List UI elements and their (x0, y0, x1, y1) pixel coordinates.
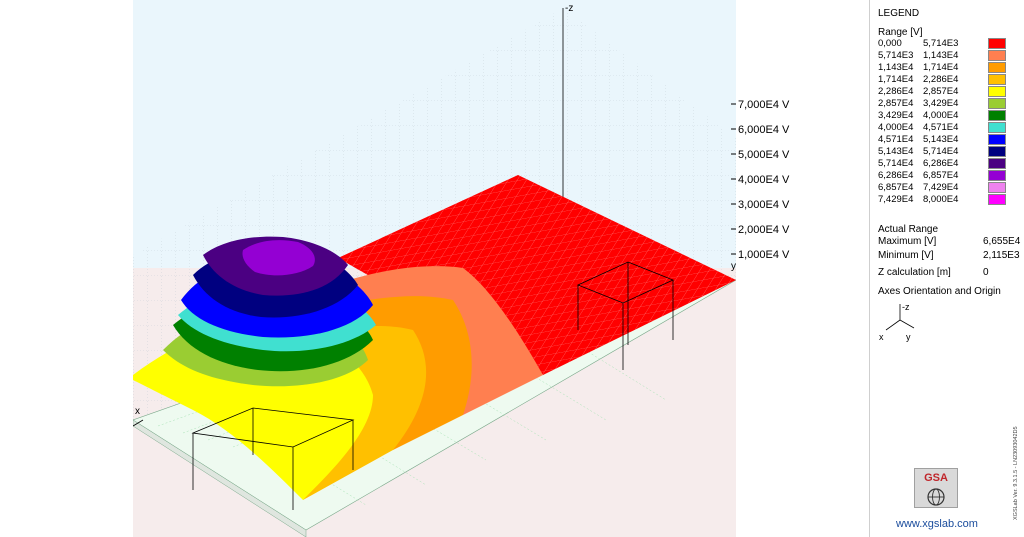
axes-y-label: y (906, 332, 911, 342)
legend-swatch (988, 122, 1006, 133)
3d-viewport[interactable]: -z x y (133, 0, 736, 537)
z-tick-label: 5,000E4 V (738, 149, 790, 161)
legend-swatch (988, 194, 1006, 205)
actual-range-heading: Actual Range (878, 224, 939, 235)
z-axis-label: -z (565, 3, 573, 14)
legend-swatch (988, 170, 1006, 181)
axes-title: Axes Orientation and Origin (878, 286, 1001, 297)
legend-swatch (988, 134, 1006, 145)
maximum-value: 6,655E4 (983, 236, 1021, 247)
legend-swatch (988, 98, 1006, 109)
legend-row: 1,714E4 2,286E4 (878, 74, 1023, 86)
surface-plot[interactable]: -z x y (133, 0, 736, 537)
globe-icon (927, 488, 945, 506)
version-text: XGSLab Ver. 9.3.1.5 - LN23093042D5 (1013, 426, 1019, 520)
website-link[interactable]: www.xgslab.com (896, 518, 978, 530)
zcalc-label: Z calculation [m] (878, 267, 951, 278)
x-axis-label: x (135, 406, 140, 417)
legend-swatch (988, 146, 1006, 157)
legend-row: 4,571E4 5,143E4 (878, 134, 1023, 146)
z-tick-label: 7,000E4 V (738, 99, 790, 111)
minimum-label: Minimum [V] (878, 250, 934, 261)
z-tick-label: 6,000E4 V (738, 124, 790, 136)
surface-band-11 (242, 240, 315, 276)
legend-swatch (988, 182, 1006, 193)
z-tick-label: 3,000E4 V (738, 199, 790, 211)
legend-row: 7,429E4 8,000E4 (878, 194, 1023, 206)
z-tick-label: 2,000E4 V (738, 224, 790, 236)
axes-x-label: x (879, 332, 884, 342)
z-tick-labels: 7,000E4 V 6,000E4 V 5,000E4 V 4,000E4 V … (738, 99, 790, 261)
legend-title: LEGEND (878, 8, 920, 19)
axes-orientation-icon: -z x y (879, 302, 915, 342)
legend-row: 0,000 5,714E3 (878, 38, 1023, 50)
legend-row: 5,714E3 1,143E4 (878, 50, 1023, 62)
legend-swatch (988, 50, 1006, 61)
gsa-logo: GSA (914, 468, 958, 508)
axes-z-label: -z (902, 302, 910, 312)
legend-row: 2,857E4 3,429E4 (878, 98, 1023, 110)
legend-row: 2,286E4 2,857E4 (878, 86, 1023, 98)
legend-row: 4,000E4 4,571E4 (878, 122, 1023, 134)
logo-text: GSA (924, 472, 948, 484)
z-tick-label: 4,000E4 V (738, 174, 790, 186)
legend-row: 5,143E4 5,714E4 (878, 146, 1023, 158)
version-info: XGSLab Ver. 9.3.1.5 - LN23093042D5 (1013, 426, 1021, 520)
minimum-value: 2,115E3 (983, 250, 1020, 261)
z-tick-label: 1,000E4 V (738, 249, 790, 261)
legend-swatch (988, 158, 1006, 169)
legend-row: 5,714E4 6,286E4 (878, 158, 1023, 170)
legend-panel: LEGEND Range [V] 0,000 5,714E3 5,714E3 1,1… (869, 0, 1024, 537)
legend-row: 3,429E4 4,000E4 (878, 110, 1023, 122)
legend-row: 6,857E4 7,429E4 (878, 182, 1023, 194)
legend-swatch (988, 62, 1006, 73)
legend-swatch (988, 110, 1006, 121)
legend-row: 6,286E4 6,857E4 (878, 170, 1023, 182)
legend-row: 1,143E4 1,714E4 (878, 62, 1023, 74)
legend-swatch (988, 74, 1006, 85)
legend-range-header: Range [V] (878, 27, 923, 38)
legend-swatch (988, 86, 1006, 97)
legend-swatch (988, 38, 1006, 49)
zcalc-value: 0 (983, 267, 989, 278)
maximum-label: Maximum [V] (878, 236, 937, 247)
